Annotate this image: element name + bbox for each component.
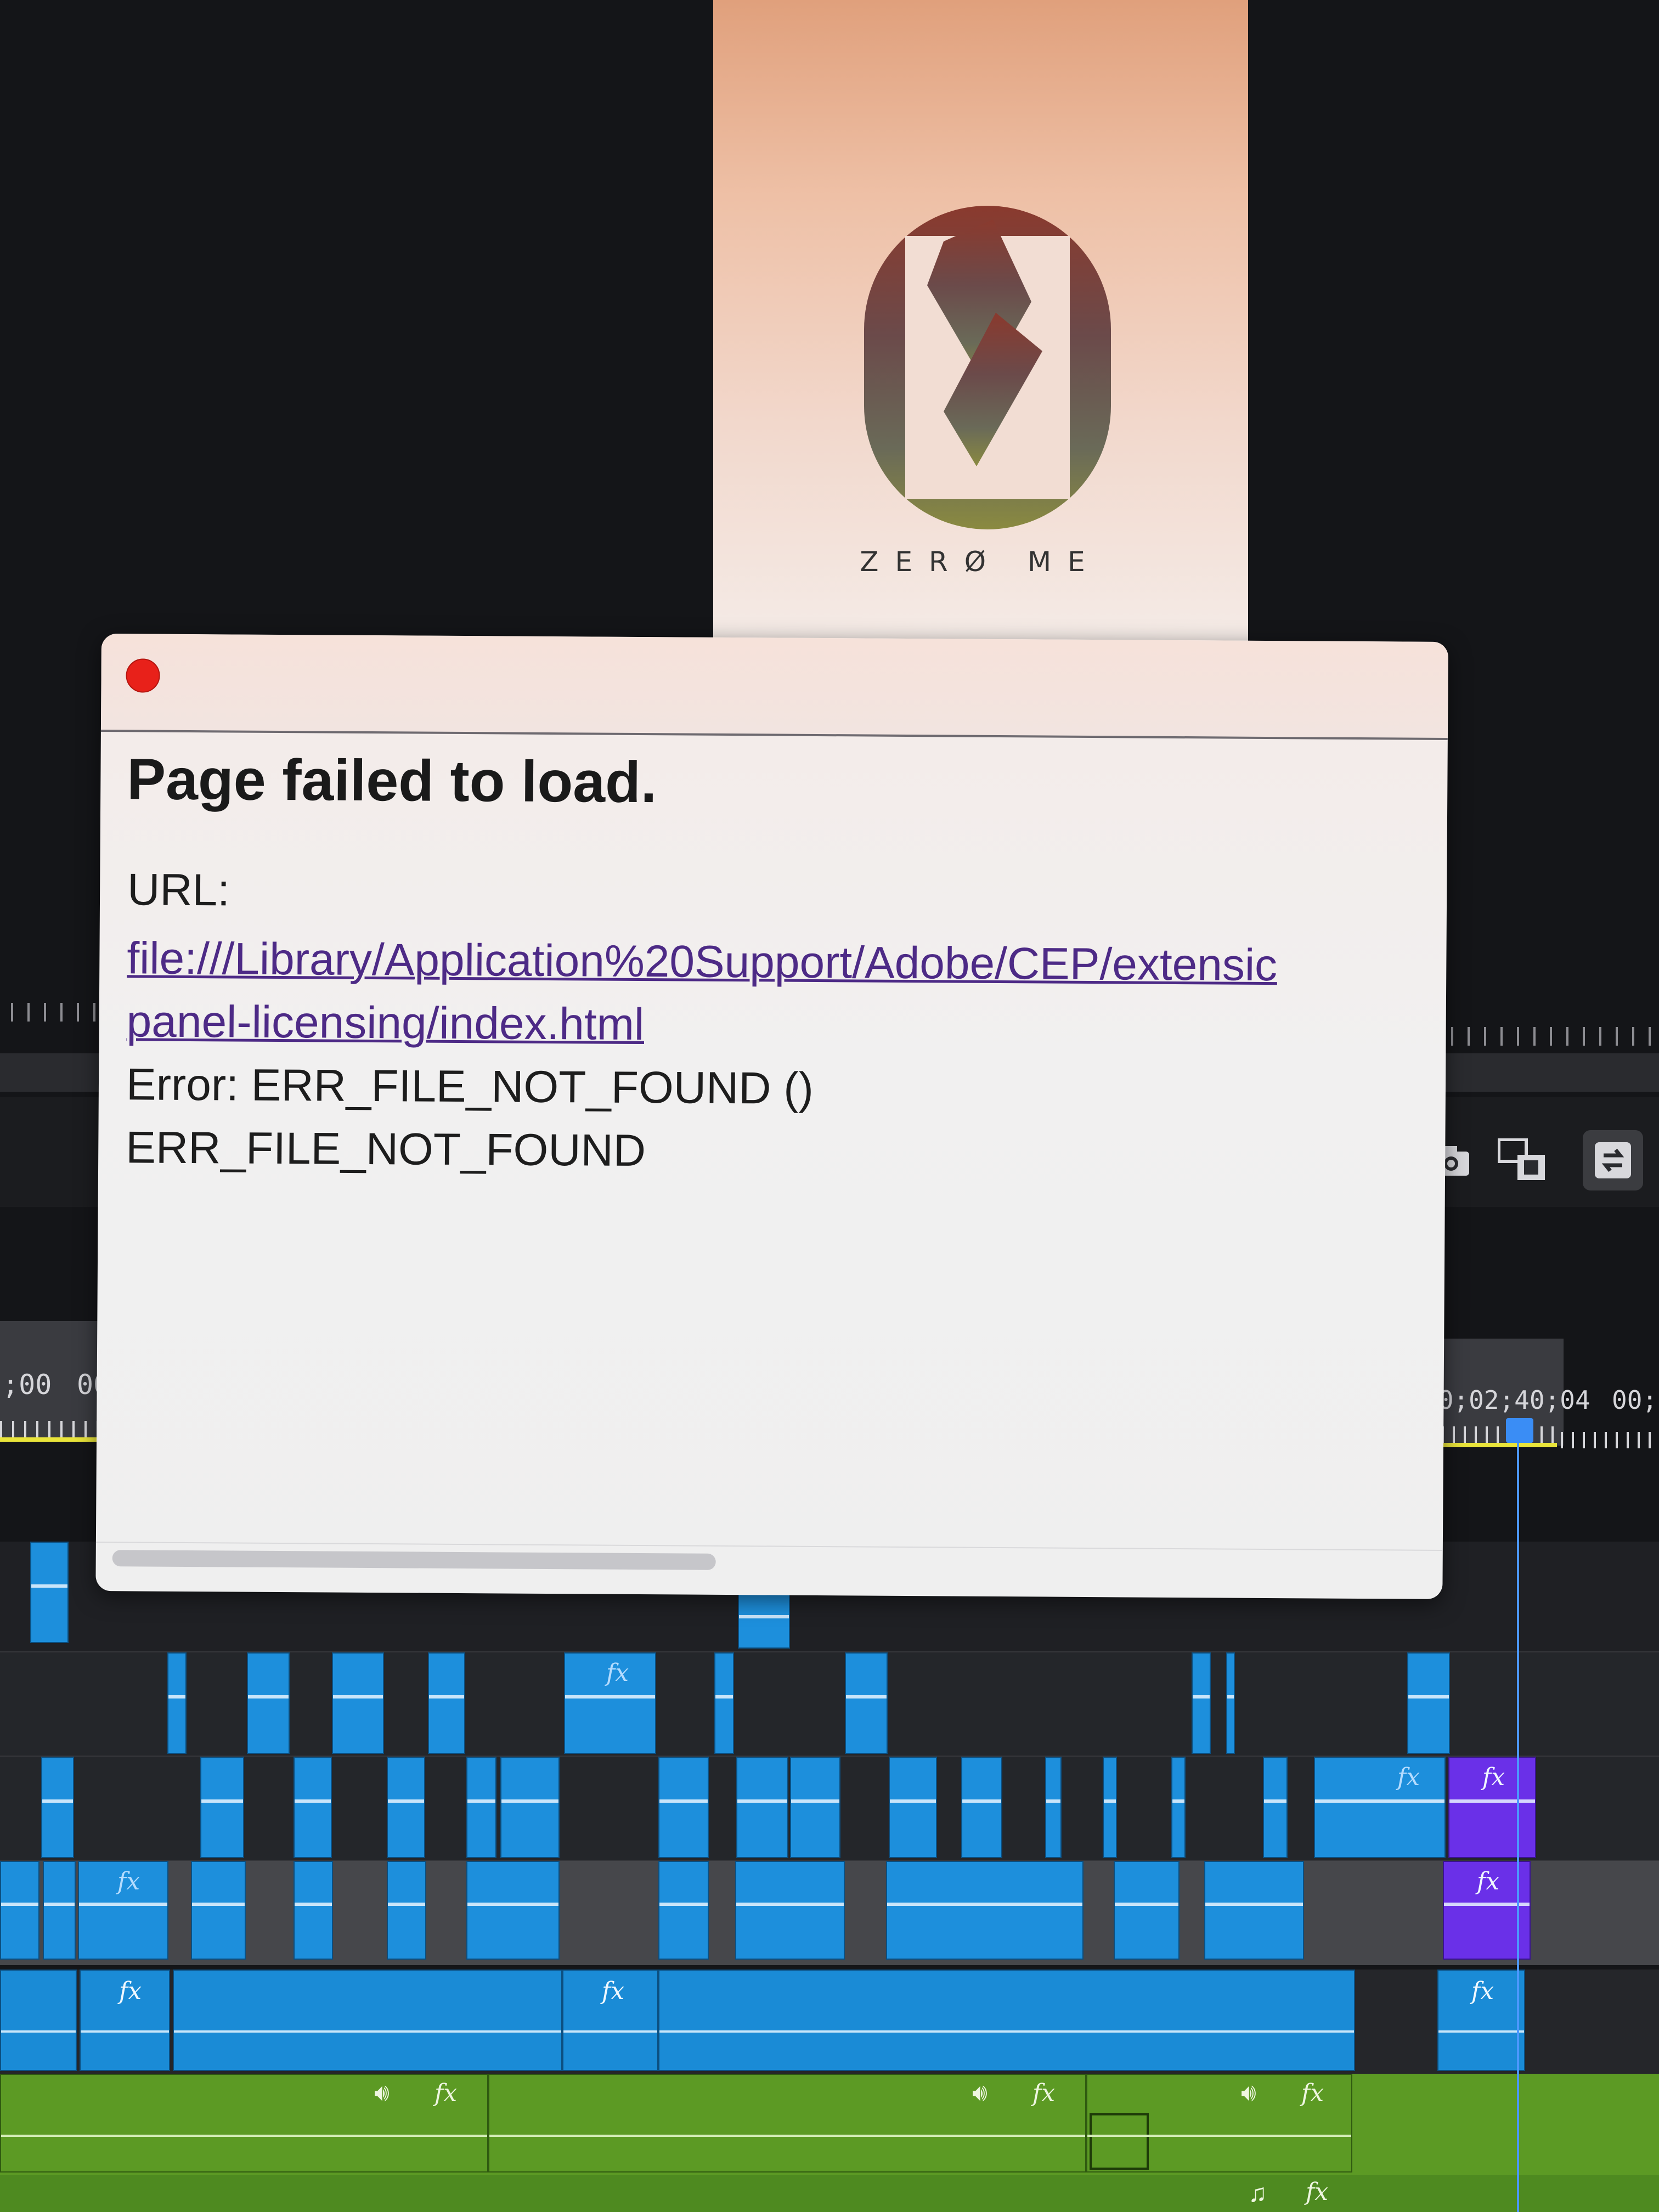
playhead-handle[interactable]	[1506, 1418, 1533, 1443]
video-track-1: fx fx	[0, 1860, 1659, 1965]
speaker-icon: 🔊︎	[1241, 2079, 1256, 2106]
fx-badge: fx	[1301, 2079, 1324, 2107]
error-title: Page failed to load.	[127, 747, 657, 815]
fx-badge: fx	[119, 1977, 142, 2005]
nested-sequence-clip[interactable]: fx	[1448, 1757, 1536, 1858]
video-clip[interactable]	[1226, 1652, 1235, 1754]
fx-badge: fx	[117, 1867, 140, 1895]
close-button[interactable]	[126, 658, 160, 693]
audio-clip[interactable]: fx	[1437, 1970, 1525, 2071]
video-clip[interactable]	[1114, 1861, 1180, 1960]
timeline-ruler-ticks-left[interactable]	[0, 1421, 110, 1442]
replace-icon[interactable]	[1583, 1130, 1643, 1190]
audio-track-2: 🔊︎ fx 🔊︎ fx 🔊︎ fx	[0, 2074, 1659, 2175]
video-clip[interactable]	[845, 1652, 888, 1754]
error-dialog: Page failed to load. URL: file:///Librar…	[95, 634, 1448, 1599]
video-clip[interactable]	[1045, 1757, 1062, 1858]
timecode-playhead: 00;02;40;04	[1423, 1385, 1590, 1415]
audio-track-3: ♫ fx	[0, 2175, 1659, 2212]
audio-clip[interactable]: fx	[80, 1970, 170, 2071]
video-clip[interactable]	[1192, 1652, 1211, 1754]
video-clip[interactable]: fx	[564, 1652, 656, 1754]
timecode-left: ;00	[2, 1369, 52, 1401]
speaker-icon: 🔊︎	[374, 2079, 390, 2106]
video-clip[interactable]	[167, 1652, 187, 1754]
video-clip[interactable]	[247, 1652, 290, 1754]
timecode-right: 00;0	[1612, 1385, 1659, 1415]
licensing-panel: ZERØ ME	[713, 0, 1248, 653]
fx-badge: fx	[1032, 2079, 1056, 2107]
audio-clip[interactable]: fx	[562, 1970, 658, 2071]
video-clip[interactable]	[714, 1652, 734, 1754]
fx-badge: fx	[1477, 1867, 1500, 1895]
video-clip[interactable]	[387, 1861, 426, 1960]
video-clip[interactable]	[200, 1757, 244, 1858]
video-clip[interactable]	[736, 1757, 788, 1858]
fx-badge: fx	[435, 2079, 458, 2107]
video-clip[interactable]	[387, 1757, 425, 1858]
video-clip[interactable]	[332, 1652, 384, 1754]
fx-badge: fx	[1397, 1763, 1420, 1791]
video-clip[interactable]	[466, 1861, 560, 1960]
video-clip[interactable]	[191, 1861, 246, 1960]
timeline-ruler-ticks-far-right[interactable]	[1561, 1432, 1659, 1448]
audio-clip[interactable]	[658, 1970, 1355, 2071]
video-clip[interactable]	[1103, 1757, 1117, 1858]
video-clip[interactable]	[1407, 1652, 1450, 1754]
video-clip[interactable]	[294, 1861, 333, 1960]
video-clip[interactable]	[30, 1542, 69, 1643]
divider	[95, 1541, 1443, 1551]
transition-marker[interactable]	[1090, 2113, 1149, 2170]
video-clip[interactable]	[1204, 1861, 1304, 1960]
audio-clip[interactable]	[0, 1970, 77, 2071]
fx-badge: fx	[606, 1659, 629, 1687]
music-note-icon: ♫	[1248, 2179, 1267, 2207]
video-clip[interactable]	[886, 1861, 1084, 1960]
video-clip[interactable]	[428, 1652, 465, 1754]
video-clip[interactable]	[43, 1861, 76, 1960]
video-clip[interactable]: fx	[1314, 1757, 1446, 1858]
audio-clip[interactable]	[173, 1970, 562, 2071]
video-clip[interactable]	[0, 1861, 40, 1960]
video-clip[interactable]	[961, 1757, 1002, 1858]
speaker-icon: 🔊︎	[972, 2079, 988, 2106]
fx-badge: fx	[602, 1977, 625, 2005]
video-clip[interactable]	[889, 1757, 937, 1858]
video-track-3: fx	[0, 1651, 1659, 1757]
source-ruler-ticks	[11, 1003, 99, 1022]
video-clip[interactable]: fx	[78, 1861, 168, 1960]
audio-clip-green[interactable]: 🔊︎ fx	[1086, 2074, 1352, 2172]
url-label: URL:	[127, 865, 230, 916]
audio-clip-green[interactable]: 🔊︎ fx	[488, 2074, 1086, 2172]
program-ruler-ticks	[1435, 1027, 1659, 1046]
fx-badge: fx	[1306, 2178, 1329, 2206]
video-clip[interactable]	[500, 1757, 560, 1858]
horizontal-scrollbar[interactable]	[112, 1550, 716, 1570]
fx-badge: fx	[1482, 1763, 1505, 1791]
video-clip[interactable]	[466, 1757, 496, 1858]
url-link[interactable]: file:///Library/Application%20Support/Ad…	[127, 933, 1277, 991]
video-clip[interactable]	[790, 1757, 840, 1858]
dialog-titlebar[interactable]	[100, 634, 1448, 740]
video-clip[interactable]	[41, 1757, 74, 1858]
video-clip[interactable]	[658, 1757, 709, 1858]
video-clip[interactable]	[1171, 1757, 1186, 1858]
url-link-continued[interactable]: panel-licensing/index.html	[126, 996, 644, 1051]
error-code: ERR_FILE_NOT_FOUND	[126, 1122, 646, 1176]
video-clip[interactable]	[735, 1861, 845, 1960]
video-clip[interactable]	[658, 1861, 709, 1960]
zero-me-logo	[864, 206, 1111, 529]
export-frame-icon[interactable]	[1492, 1130, 1553, 1190]
video-clip[interactable]	[294, 1757, 332, 1858]
video-clip[interactable]	[1263, 1757, 1288, 1858]
fx-badge: fx	[1471, 1977, 1494, 2005]
audio-clip-green[interactable]: 🔊︎ fx	[0, 2074, 488, 2172]
video-track-2: fx fx	[0, 1756, 1659, 1861]
audio-track-1: fx fx fx	[0, 1970, 1659, 2074]
brand-text: ZERØ ME	[860, 546, 1102, 578]
error-message: Error: ERR_FILE_NOT_FOUND ()	[126, 1059, 814, 1114]
video-clip[interactable]	[738, 1591, 790, 1649]
playhead-line[interactable]	[1517, 1443, 1519, 2212]
